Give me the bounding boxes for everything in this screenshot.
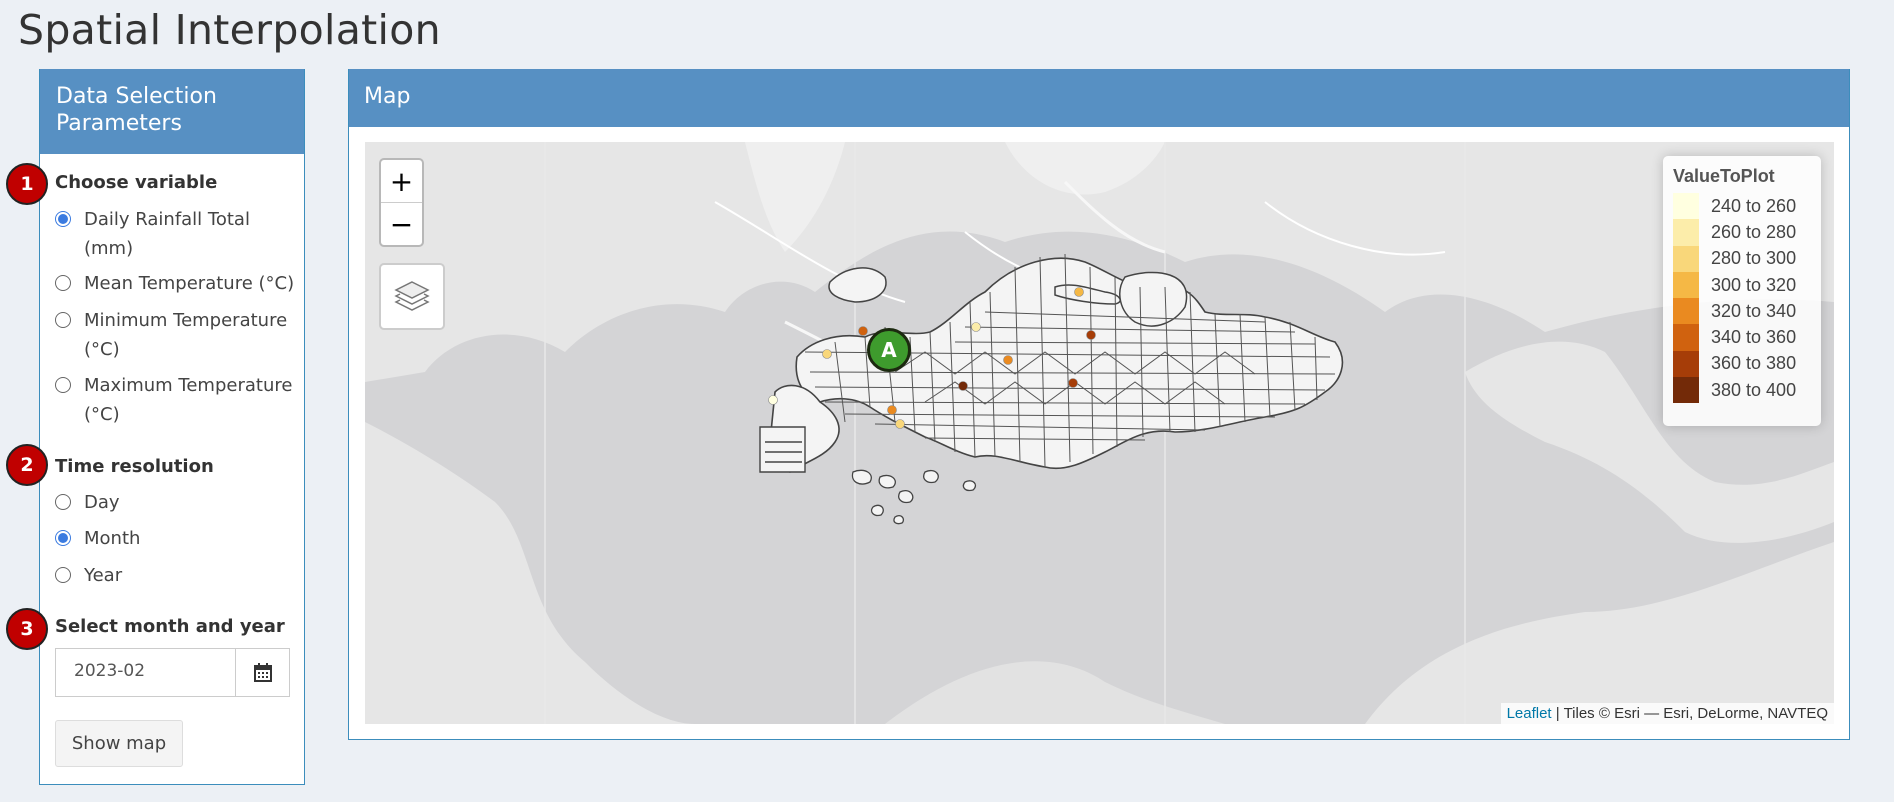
legend-label: 320 to 340 xyxy=(1711,300,1797,321)
radio-label-line1: Minimum Temperature xyxy=(84,310,288,331)
radio-minimum-temperature[interactable]: Minimum Temperature (°C) xyxy=(55,306,287,364)
legend-item: 380 to 400 xyxy=(1673,377,1811,404)
station-point[interactable] xyxy=(1003,355,1013,365)
legend-swatch xyxy=(1673,193,1699,220)
station-point[interactable] xyxy=(895,419,905,429)
step-badge-2: 2 xyxy=(6,444,48,486)
legend-item: 360 to 380 xyxy=(1673,350,1811,378)
legend-item: 340 to 360 xyxy=(1673,324,1811,351)
radio-label-line1: Maximum Temperature xyxy=(84,375,293,396)
radio-label-line2: (mm) xyxy=(84,238,134,259)
legend-item: 280 to 300 xyxy=(1673,245,1811,272)
legend-swatch xyxy=(1673,350,1699,378)
legend-label: 360 to 380 xyxy=(1711,353,1797,374)
time-resolution-label: Time resolution xyxy=(55,456,214,477)
map-attribution: Leaflet | Tiles © Esri — Esri, DeLorme, … xyxy=(1500,703,1834,724)
radio-day[interactable]: Day xyxy=(55,488,120,517)
choose-variable-label: Choose variable xyxy=(55,172,218,193)
station-point[interactable] xyxy=(958,381,968,391)
radio-label-line2: (°C) xyxy=(84,339,120,360)
radio-button[interactable] xyxy=(55,494,71,510)
radio-label-line2: (°C) xyxy=(84,404,120,425)
map-header: Map xyxy=(349,69,1849,127)
zoom-out-button[interactable]: − xyxy=(381,203,422,246)
radio-button[interactable] xyxy=(55,377,71,393)
zoom-in-button[interactable]: + xyxy=(381,160,422,203)
marker-a[interactable]: A xyxy=(867,328,911,372)
page-title: Spatial Interpolation xyxy=(18,6,441,54)
legend-swatch xyxy=(1673,219,1699,246)
radio-mean-temperature[interactable]: Mean Temperature (°C) xyxy=(55,269,294,298)
legend-swatch xyxy=(1673,245,1699,272)
attribution-text: | Tiles © Esri — Esri, DeLorme, NAVTEQ xyxy=(1551,705,1828,722)
basemap xyxy=(365,142,1834,724)
radio-button[interactable] xyxy=(55,275,71,291)
radio-label: Month xyxy=(84,528,141,549)
legend-label: 380 to 400 xyxy=(1711,379,1797,400)
legend-item: 260 to 280 xyxy=(1673,219,1811,246)
layers-icon[interactable] xyxy=(379,263,445,330)
legend-swatch xyxy=(1673,271,1699,299)
month-year-value[interactable]: 2023-02 xyxy=(56,649,236,696)
legend-title: ValueToPlot xyxy=(1673,166,1775,186)
data-selection-panel: Data Selection Parameters Choose variabl… xyxy=(39,69,305,785)
month-year-input[interactable]: 2023-02 xyxy=(55,648,290,697)
legend-item: 300 to 320 xyxy=(1673,271,1811,299)
legend-swatch xyxy=(1673,324,1699,351)
radio-label: Day xyxy=(84,492,120,513)
legend-label: 300 to 320 xyxy=(1711,274,1797,295)
legend-label: 340 to 360 xyxy=(1711,327,1797,348)
radio-label: Minimum Temperature (°C) xyxy=(84,306,287,364)
station-point[interactable] xyxy=(971,322,981,332)
select-month-year-label: Select month and year xyxy=(55,616,285,637)
legend-swatch xyxy=(1673,377,1699,404)
radio-button-checked[interactable] xyxy=(55,530,71,546)
legend-swatch xyxy=(1673,298,1699,325)
legend-label: 280 to 300 xyxy=(1711,248,1797,269)
station-point[interactable] xyxy=(887,405,897,415)
station-point[interactable] xyxy=(858,326,868,336)
step-badge-3: 3 xyxy=(6,608,48,650)
station-point[interactable] xyxy=(1068,378,1078,388)
radio-button-checked[interactable] xyxy=(55,211,71,227)
radio-label: Year xyxy=(84,565,123,586)
data-selection-header: Data Selection Parameters xyxy=(40,69,304,154)
radio-month[interactable]: Month xyxy=(55,524,140,553)
radio-label: Maximum Temperature (°C) xyxy=(84,371,292,429)
show-map-button[interactable]: Show map xyxy=(55,720,183,767)
map-panel: Map + − A ValueToPlot 240 to 260 260 to … xyxy=(348,69,1850,740)
legend-item: 240 to 260 xyxy=(1673,193,1811,220)
radio-maximum-temperature[interactable]: Maximum Temperature (°C) xyxy=(55,371,292,429)
map-canvas[interactable]: + − A ValueToPlot 240 to 260 260 to 280 28… xyxy=(365,142,1834,724)
calendar-icon[interactable] xyxy=(236,649,289,696)
radio-label: Daily Rainfall Total (mm) xyxy=(84,205,250,263)
step-badge-1: 1 xyxy=(6,163,48,205)
radio-label-line1: Daily Rainfall Total xyxy=(84,209,250,230)
station-point[interactable] xyxy=(1086,330,1096,340)
station-point[interactable] xyxy=(768,395,778,405)
radio-daily-rainfall[interactable]: Daily Rainfall Total (mm) xyxy=(55,205,250,263)
legend-item: 320 to 340 xyxy=(1673,298,1811,325)
station-point[interactable] xyxy=(822,349,832,359)
radio-button[interactable] xyxy=(55,312,71,328)
radio-year[interactable]: Year xyxy=(55,561,122,590)
legend-label: 260 to 280 xyxy=(1711,221,1797,242)
legend-label: 240 to 260 xyxy=(1711,195,1797,216)
map-legend: ValueToPlot 240 to 260 260 to 280 280 to 3… xyxy=(1663,156,1821,426)
zoom-control: + − xyxy=(379,158,424,247)
radio-label: Mean Temperature (°C) xyxy=(84,273,295,294)
radio-button[interactable] xyxy=(55,567,71,583)
station-point[interactable] xyxy=(1074,287,1084,297)
leaflet-link[interactable]: Leaflet xyxy=(1507,705,1552,722)
